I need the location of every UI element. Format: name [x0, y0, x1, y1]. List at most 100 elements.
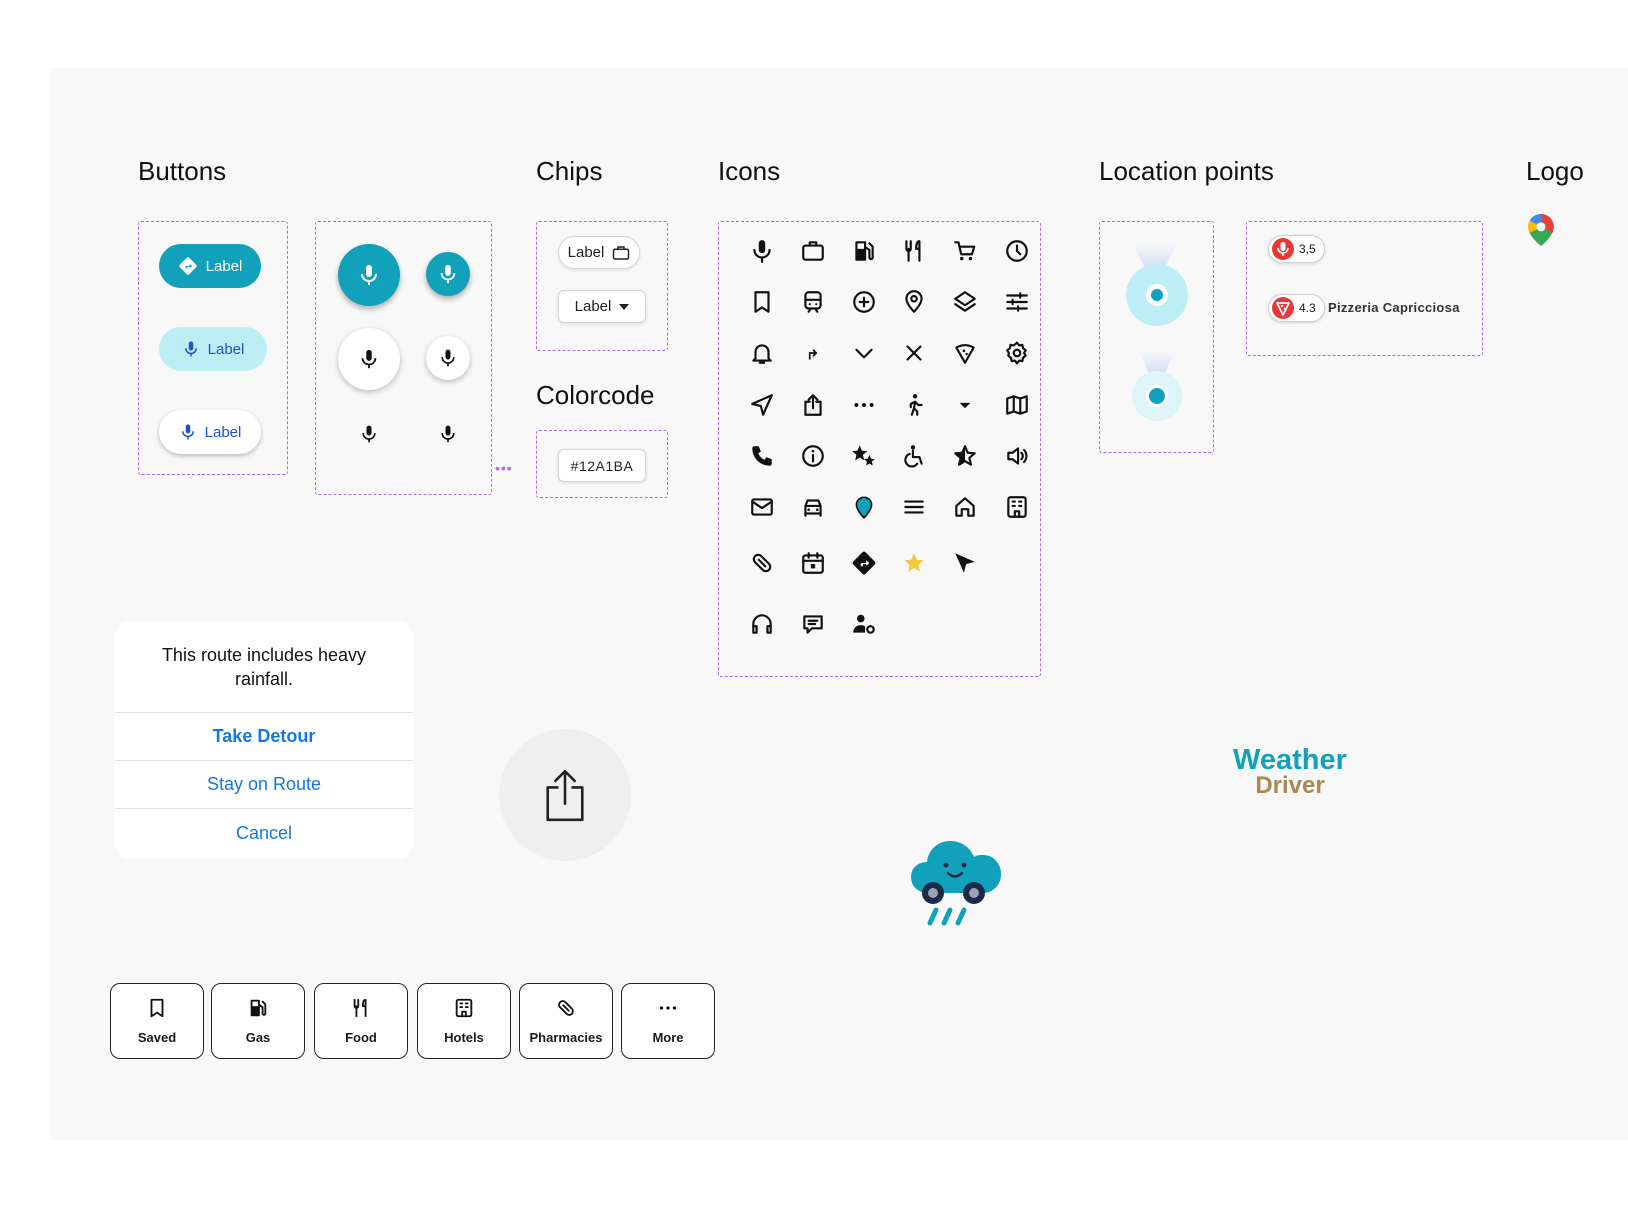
hotel-icon — [453, 997, 475, 1022]
bookmark-icon — [747, 287, 777, 317]
pizza-icon — [950, 338, 980, 368]
chip-dropdown[interactable]: Label — [558, 290, 646, 323]
mail-icon — [747, 492, 777, 522]
stars-icon — [849, 441, 879, 471]
category-button-gas[interactable]: Gas — [211, 983, 305, 1059]
mic-fab-large[interactable] — [338, 244, 400, 306]
mic-fab-white-large[interactable] — [338, 328, 400, 390]
cloud-car-mascot — [911, 841, 1001, 926]
category-button-saved[interactable]: Saved — [110, 983, 204, 1059]
button-label: Label — [204, 423, 242, 441]
button-label: Label — [205, 257, 243, 275]
mic-icon — [184, 341, 197, 357]
maps-pin-logo — [1528, 214, 1554, 246]
poi-name: Pizzeria Capricciosa — [1328, 300, 1460, 315]
mic-icon — [361, 349, 377, 369]
category-button-food[interactable]: Food — [314, 983, 408, 1059]
mic-icon — [747, 236, 777, 266]
category-label: More — [652, 1030, 684, 1045]
calendar-icon — [798, 548, 828, 578]
tune-icon — [1002, 287, 1032, 317]
chip-briefcase[interactable]: Label — [558, 236, 640, 269]
category-label: Pharmacies — [529, 1030, 603, 1045]
location-dot — [1146, 385, 1168, 407]
mic-fab-white-small[interactable] — [426, 336, 470, 380]
mic-icon — [361, 265, 377, 285]
logo-word-driver: Driver — [1255, 772, 1325, 799]
turn-right-icon — [798, 338, 828, 368]
gear-icon — [1002, 338, 1032, 368]
rainfall-alert-dialog: This route includes heavy rainfall. Take… — [115, 621, 413, 859]
category-button-hotels[interactable]: Hotels — [417, 983, 511, 1059]
label-button-elevated[interactable]: Label — [159, 410, 261, 454]
mic-icon — [181, 424, 194, 440]
stay-on-route-button[interactable]: Stay on Route — [115, 761, 413, 809]
mic-fab-small[interactable] — [426, 252, 470, 296]
dropdown-arrow-icon — [950, 390, 980, 420]
category-label: Saved — [137, 1030, 177, 1045]
dropdown-arrow-icon — [619, 303, 630, 310]
category-label: Hotels — [444, 1030, 484, 1045]
chat-icon — [798, 609, 828, 639]
take-detour-button[interactable]: Take Detour — [115, 713, 413, 761]
menu-icon — [899, 492, 929, 522]
category-button-more[interactable]: More — [621, 983, 715, 1059]
poi-rating: 3,5 — [1299, 242, 1316, 256]
restaurant-icon — [899, 236, 929, 266]
gas-station-icon — [247, 997, 269, 1022]
briefcase-icon — [798, 236, 828, 266]
category-button-pharmacies[interactable]: Pharmacies — [519, 983, 613, 1059]
button-label: Label — [207, 340, 245, 358]
bookmark-icon — [146, 997, 168, 1022]
mic-icon-button[interactable] — [431, 417, 465, 451]
navigate-icon — [747, 390, 777, 420]
label-button-tonal[interactable]: Label — [159, 327, 267, 371]
close-icon — [899, 338, 929, 368]
user-settings-icon — [849, 609, 879, 639]
poi-rating: 4.3 — [1299, 301, 1316, 315]
star-filled-icon — [899, 548, 929, 578]
section-title-icons: Icons — [718, 156, 781, 186]
design-canvas: Buttons Chips Icons Location points Logo… — [50, 68, 1628, 1140]
cursor-icon — [950, 548, 980, 578]
poi-marker-mic[interactable]: 3,5 — [1268, 235, 1325, 263]
dialog-message: This route includes heavy rainfall. — [115, 621, 413, 713]
section-title-buttons: Buttons — [138, 156, 227, 186]
more-handle: ••• — [495, 460, 513, 476]
map-icon — [1002, 390, 1032, 420]
share-button[interactable] — [499, 729, 631, 861]
headset-icon — [747, 609, 777, 639]
directions-icon — [849, 548, 879, 578]
mic-pin-icon — [1272, 238, 1294, 260]
volume-icon — [1002, 441, 1032, 471]
phone-icon — [747, 441, 777, 471]
chevron-down-icon — [849, 338, 879, 368]
label-button-filled[interactable]: Label — [159, 244, 261, 288]
poi-marker-pizza[interactable]: 4.3 — [1268, 294, 1325, 322]
section-title-logo: Logo — [1526, 156, 1584, 186]
bell-icon — [747, 338, 777, 368]
train-icon — [798, 287, 828, 317]
directions-icon — [178, 257, 197, 275]
weather-driver-wordmark: Weather Driver — [1230, 746, 1350, 799]
mic-icon — [440, 264, 456, 284]
mic-icon-button[interactable] — [352, 417, 386, 451]
colorcode-chip: #12A1BA — [558, 449, 646, 482]
location-pin-icon — [899, 287, 929, 317]
share-icon — [798, 390, 828, 420]
layers-icon — [950, 287, 980, 317]
share-icon — [546, 769, 584, 822]
add-circle-icon — [849, 287, 879, 317]
more-horizontal-icon — [657, 997, 679, 1022]
pill-icon — [747, 548, 777, 578]
walk-icon — [899, 390, 929, 420]
chip-label: Label — [574, 298, 612, 315]
chip-label: Label — [567, 244, 605, 261]
category-label: Food — [345, 1030, 377, 1045]
briefcase-icon — [613, 245, 630, 260]
info-icon — [798, 441, 828, 471]
car-icon — [798, 492, 828, 522]
section-title-chips: Chips — [536, 156, 603, 186]
mic-icon — [441, 349, 455, 367]
cancel-button[interactable]: Cancel — [115, 809, 413, 857]
